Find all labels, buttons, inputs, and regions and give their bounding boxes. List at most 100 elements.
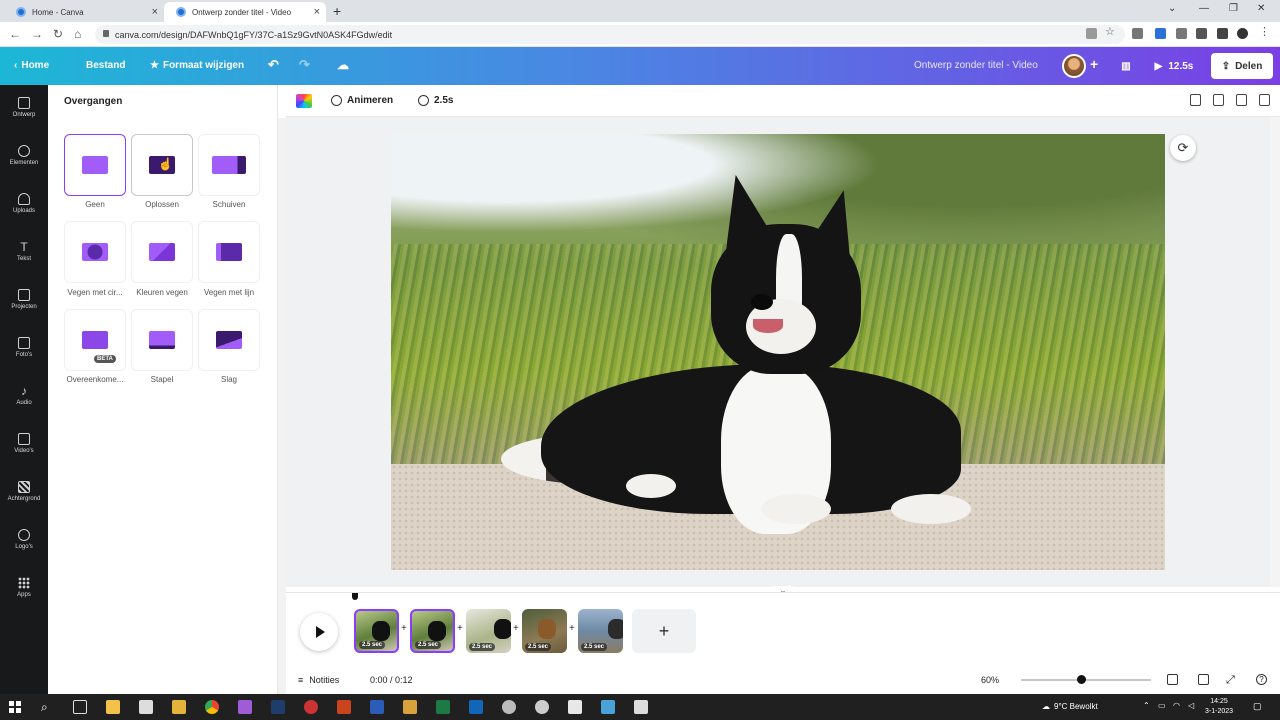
duration-button[interactable]: 2.5s	[418, 95, 453, 106]
transition-slash[interactable]	[198, 309, 260, 371]
add-transition-icon[interactable]: +	[513, 623, 519, 634]
extension-icon[interactable]	[1176, 28, 1187, 39]
screen-recorder-icon[interactable]	[304, 700, 318, 714]
transition-stack[interactable]	[131, 309, 193, 371]
notes-button[interactable]: ≡ Notities	[298, 675, 339, 685]
powerpoint-icon[interactable]	[337, 700, 351, 714]
lightroom-icon[interactable]	[271, 700, 285, 714]
paint-icon[interactable]	[403, 700, 417, 714]
zoom-slider[interactable]	[1021, 679, 1151, 681]
add-transition-icon[interactable]: +	[457, 623, 463, 634]
close-window-icon[interactable]: ✕	[1257, 3, 1265, 14]
back-arrow-icon[interactable]: ←	[9, 27, 21, 41]
share-page-icon[interactable]	[1213, 94, 1224, 106]
browser-tab-home[interactable]: Home - Canva ×	[4, 2, 164, 22]
search-icon[interactable]: ⌕	[41, 700, 55, 714]
windows-start-icon[interactable]	[9, 701, 21, 713]
share-page-icon[interactable]	[1086, 28, 1097, 39]
duplicate-icon[interactable]	[1236, 94, 1247, 106]
zoom-level[interactable]: 60%	[981, 675, 999, 685]
chevron-down-icon[interactable]: ⌄	[1168, 3, 1176, 14]
canvas-scrollbar[interactable]	[1270, 117, 1280, 587]
add-clip-button[interactable]: +	[632, 609, 696, 653]
rail-item-uploads[interactable]: Uploads	[0, 193, 48, 214]
rail-item-fotos[interactable]: Foto's	[0, 337, 48, 358]
task-view-icon[interactable]	[73, 700, 87, 714]
rail-item-audio[interactable]: ♪ Audio	[0, 385, 48, 406]
close-tab-icon[interactable]: ×	[314, 6, 320, 18]
notepad-icon[interactable]	[634, 700, 648, 714]
zoom-slider-handle[interactable]	[1077, 675, 1086, 684]
avatar[interactable]	[1062, 54, 1086, 78]
transition-dissolve[interactable]: ☝	[131, 134, 193, 196]
timeline-toggle-icon[interactable]	[1167, 674, 1178, 685]
chevron-up-icon[interactable]: ⌃	[1143, 701, 1150, 710]
home-button[interactable]: ‹ Home	[14, 60, 49, 71]
transition-line-wipe[interactable]	[198, 221, 260, 283]
extension-icon[interactable]	[1155, 28, 1166, 39]
restore-icon[interactable]: ❐	[1229, 3, 1238, 14]
rail-item-projecten[interactable]: Projecten	[0, 289, 48, 310]
volume-icon[interactable]: ◁	[1188, 701, 1194, 710]
word-icon[interactable]	[370, 700, 384, 714]
rail-item-apps[interactable]: Apps	[0, 577, 48, 598]
wifi-icon[interactable]: ◠	[1173, 701, 1180, 710]
chrome-icon[interactable]	[205, 700, 219, 714]
close-tab-icon[interactable]: ×	[152, 6, 158, 18]
share-button[interactable]: ⇪ Delen	[1211, 53, 1273, 79]
resize-button[interactable]: ★ Formaat wijzigen	[150, 60, 244, 71]
help-icon[interactable]: ?	[1256, 674, 1267, 685]
regenerate-icon[interactable]: ⟳	[1170, 135, 1196, 161]
transition-color-wipe[interactable]	[131, 221, 193, 283]
timeline-play-button[interactable]	[300, 613, 338, 651]
bookmark-star-icon[interactable]: ☆	[1105, 25, 1116, 38]
cloud-sync-icon[interactable]: ☁	[337, 58, 349, 72]
color-palette-icon[interactable]	[296, 94, 312, 108]
transition-slide[interactable]	[198, 134, 260, 196]
fullscreen-icon[interactable]: ⤢	[1226, 674, 1237, 686]
app-icon[interactable]	[172, 700, 186, 714]
camera-extension-icon[interactable]	[1132, 28, 1143, 39]
insights-button[interactable]: ▥	[1112, 53, 1140, 79]
playhead[interactable]	[352, 593, 358, 600]
weather-widget[interactable]: ☁ 9°C Bewolkt	[1042, 702, 1098, 711]
forward-arrow-icon[interactable]: →	[31, 27, 43, 41]
trash-icon[interactable]	[1259, 94, 1270, 106]
dog-photo[interactable]	[391, 134, 1165, 570]
app-icon[interactable]	[502, 700, 516, 714]
home-icon[interactable]: ⌂	[74, 27, 81, 41]
puzzle-extensions-icon[interactable]	[1196, 28, 1207, 39]
timeline-clip[interactable]: 2.5 sec	[410, 609, 455, 653]
animate-button[interactable]: Animeren	[331, 95, 393, 106]
redo-icon[interactable]: ↷	[299, 57, 310, 73]
add-transition-icon[interactable]: +	[401, 623, 407, 634]
minimize-icon[interactable]: —	[1199, 3, 1209, 14]
calculator-icon[interactable]	[568, 700, 582, 714]
add-collaborator-icon[interactable]: +	[1090, 56, 1098, 72]
more-menu-icon[interactable]: ⋮	[1259, 25, 1270, 38]
timeline-clip[interactable]: 2.5 sec	[522, 609, 567, 653]
excel-icon[interactable]	[436, 700, 450, 714]
timeline-clip[interactable]: 2.5 sec	[466, 609, 511, 653]
add-transition-icon[interactable]: +	[569, 623, 575, 634]
panel-scrollbar[interactable]	[278, 118, 286, 694]
document-title[interactable]: Ontwerp zonder titel - Video	[914, 60, 1038, 71]
system-clock[interactable]: 14:25 3-1-2023	[1205, 697, 1233, 717]
profile-avatar-icon[interactable]	[1237, 28, 1248, 39]
app-icon[interactable]	[601, 700, 615, 714]
file-explorer-icon[interactable]	[106, 700, 120, 714]
app-icon[interactable]	[535, 700, 549, 714]
file-menu-button[interactable]: Bestand	[86, 60, 125, 71]
sidebar-icon[interactable]	[1217, 28, 1228, 39]
timeline-clip[interactable]: 2.5 sec	[354, 609, 399, 653]
new-tab-plus-icon[interactable]: +	[333, 3, 341, 19]
store-icon[interactable]	[139, 700, 153, 714]
browser-tab-video[interactable]: Ontwerp zonder titel - Video ×	[164, 2, 326, 22]
affinity-icon[interactable]	[238, 700, 252, 714]
rail-item-videos[interactable]: Video's	[0, 433, 48, 454]
outlook-icon[interactable]	[469, 700, 483, 714]
reload-icon[interactable]: ↻	[53, 27, 63, 41]
rail-item-ontwerp[interactable]: Ontwerp	[0, 97, 48, 118]
page-grid-icon[interactable]	[1198, 674, 1209, 685]
rail-item-tekst[interactable]: T Tekst	[0, 241, 48, 262]
